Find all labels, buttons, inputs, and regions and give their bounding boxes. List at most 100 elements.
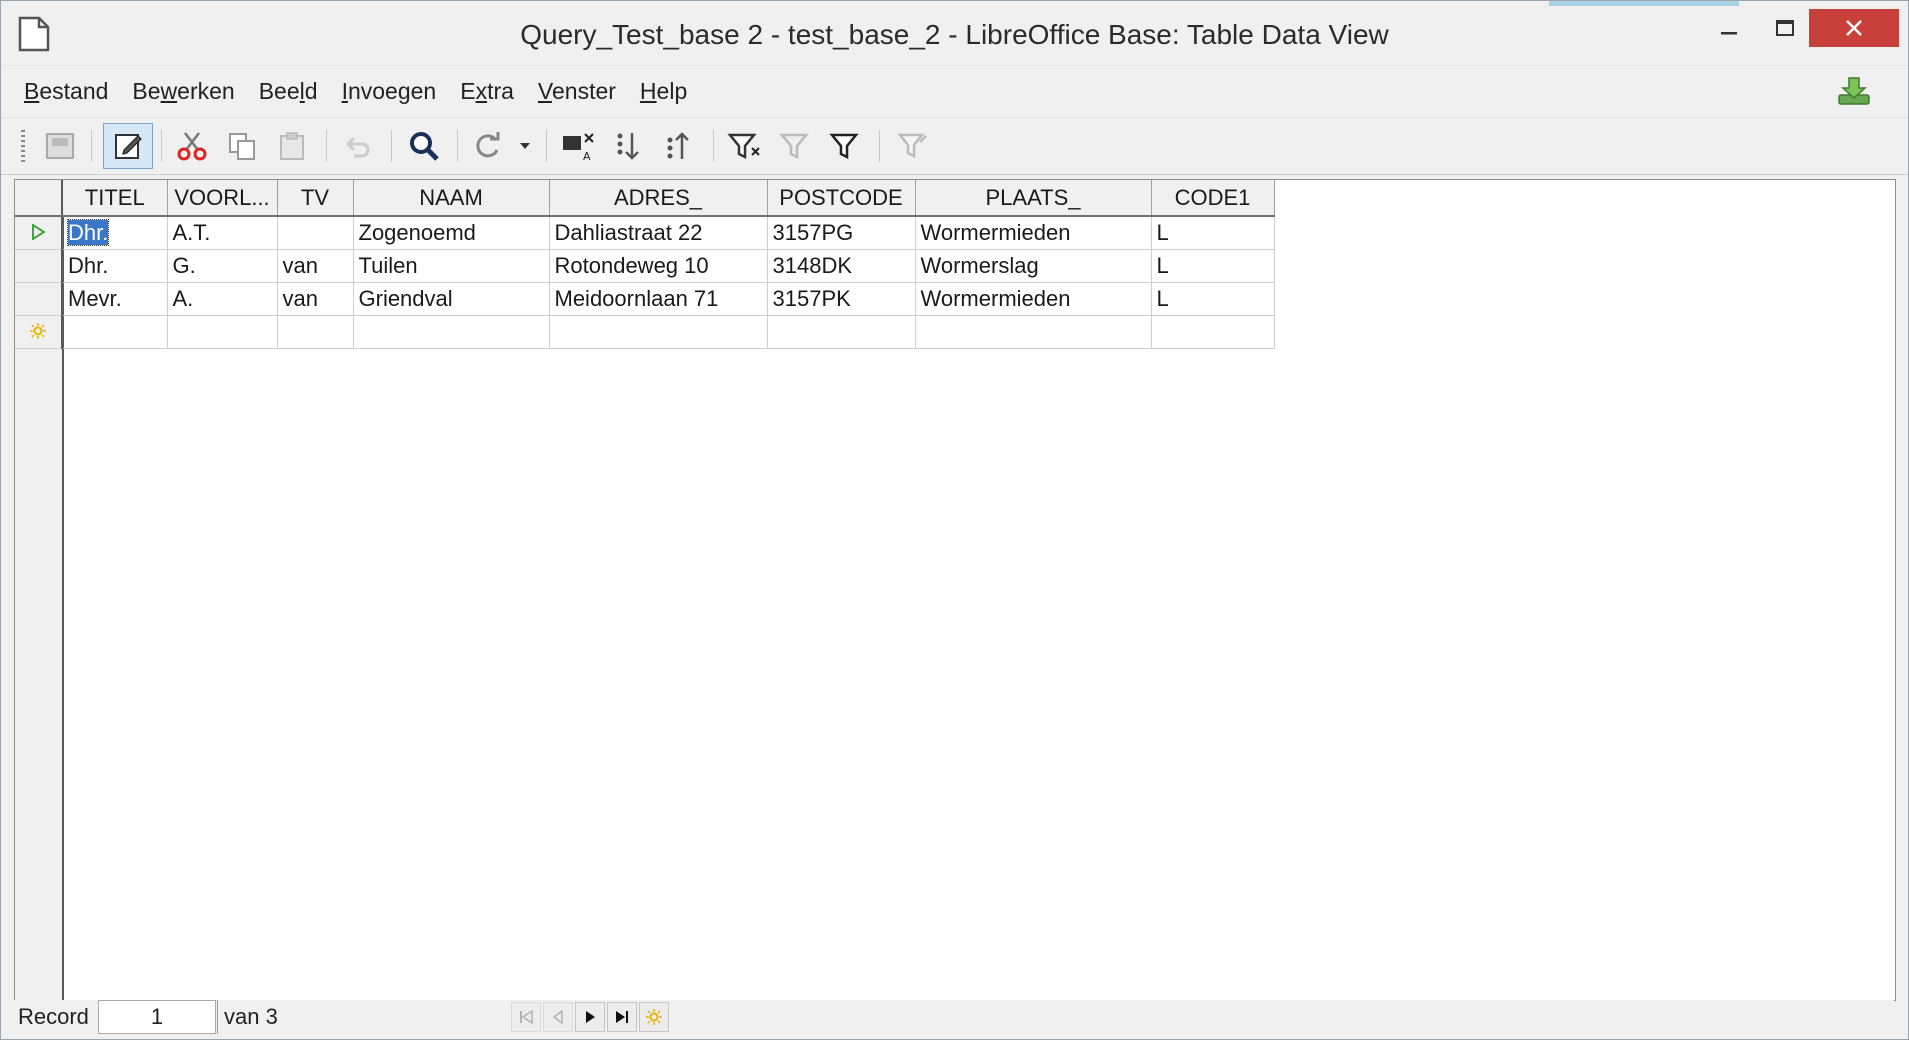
- table-cell[interactable]: Mevr.: [62, 282, 168, 316]
- column-header[interactable]: ADRES_: [549, 180, 768, 217]
- undo-button[interactable]: [337, 125, 379, 167]
- table-cell[interactable]: Griendval: [353, 282, 550, 316]
- table-cell[interactable]: [353, 315, 550, 349]
- maximize-button[interactable]: [1757, 9, 1813, 47]
- column-header[interactable]: NAAM: [353, 180, 550, 217]
- new-record-row[interactable]: [15, 315, 1275, 349]
- data-table: TITEL VOORL... TV NAAM ADRES_ POSTCODE P…: [15, 180, 1275, 349]
- table-row[interactable]: Dhr. A.T. Zogenoemd Dahliastraat 22 3157…: [15, 216, 1275, 250]
- sort-ascending-icon: [617, 133, 639, 160]
- table-cell[interactable]: [277, 216, 354, 250]
- column-header[interactable]: TV: [277, 180, 354, 217]
- table-cell[interactable]: L: [1151, 282, 1275, 316]
- refresh-icon: [476, 132, 500, 158]
- refresh-dropdown[interactable]: [511, 125, 539, 167]
- table-cell[interactable]: Dhr.: [62, 216, 168, 250]
- table-cell[interactable]: Rotondeweg 10: [549, 249, 768, 283]
- title-bar: Query_Test_base 2 - test_base_2 - LibreO…: [1, 1, 1908, 66]
- table-cell[interactable]: Wormermieden: [915, 282, 1152, 316]
- column-header[interactable]: TITEL: [62, 180, 168, 217]
- cut-button[interactable]: [171, 125, 213, 167]
- menu-venster[interactable]: Venster: [527, 78, 627, 105]
- table-cell[interactable]: van: [277, 282, 354, 316]
- table-cell[interactable]: [915, 315, 1152, 349]
- column-header-row: TITEL VOORL... TV NAAM ADRES_ POSTCODE P…: [15, 180, 1275, 217]
- table-cell[interactable]: [549, 315, 768, 349]
- table-cell[interactable]: Dhr.: [62, 249, 168, 283]
- new-record-button[interactable]: [639, 1002, 669, 1032]
- table-cell[interactable]: [1151, 315, 1275, 349]
- next-record-button[interactable]: [575, 1002, 605, 1032]
- column-header[interactable]: CODE1: [1151, 180, 1275, 217]
- close-button[interactable]: [1809, 9, 1899, 47]
- table-cell[interactable]: L: [1151, 216, 1275, 250]
- menu-invoegen[interactable]: Invoegen: [331, 78, 448, 105]
- sort-ascending-button[interactable]: [607, 125, 649, 167]
- table-cell[interactable]: A.: [167, 282, 278, 316]
- table-row[interactable]: Mevr. A. van Griendval Meidoornlaan 71 3…: [15, 282, 1275, 316]
- close-icon: [1846, 20, 1862, 36]
- new-row-marker[interactable]: [15, 315, 63, 349]
- table-row[interactable]: Dhr. G. van Tuilen Rotondeweg 10 3148DK …: [15, 249, 1275, 283]
- row-header[interactable]: [15, 282, 63, 316]
- autofilter-icon: [727, 133, 760, 160]
- new-record-star-icon: [30, 322, 46, 339]
- selected-cell-text[interactable]: Dhr.: [66, 218, 110, 246]
- window-title: Query_Test_base 2 - test_base_2 - LibreO…: [520, 19, 1389, 50]
- table-cell[interactable]: [277, 315, 354, 349]
- table-cell[interactable]: [62, 315, 168, 349]
- table-data-grid[interactable]: TITEL VOORL... TV NAAM ADRES_ POSTCODE P…: [14, 179, 1896, 1001]
- column-header[interactable]: PLAATS_: [915, 180, 1152, 217]
- minimize-button[interactable]: [1701, 9, 1757, 47]
- previous-record-button[interactable]: [543, 1002, 573, 1032]
- table-cell[interactable]: Dahliastraat 22: [549, 216, 768, 250]
- table-cell[interactable]: L: [1151, 249, 1275, 283]
- copy-button[interactable]: [221, 125, 263, 167]
- autofilter-button[interactable]: [723, 125, 765, 167]
- column-header[interactable]: VOORL...: [167, 180, 278, 217]
- table-cell[interactable]: Zogenoemd: [353, 216, 550, 250]
- paste-button[interactable]: [271, 125, 313, 167]
- table-cell[interactable]: 3157PG: [767, 216, 916, 250]
- toolbar-grip[interactable]: [21, 130, 25, 164]
- table-cell[interactable]: Wormermieden: [915, 216, 1152, 250]
- record-label: Record: [14, 1000, 102, 1034]
- copy-icon: [229, 133, 255, 160]
- menu-beeld[interactable]: Beeld: [248, 78, 329, 105]
- sort-descending-button[interactable]: [657, 125, 699, 167]
- title-accent-strip: [1549, 1, 1739, 6]
- apply-filter-button[interactable]: [773, 125, 815, 167]
- update-download-icon[interactable]: [1836, 75, 1872, 107]
- chevron-down-icon: [520, 143, 530, 149]
- save-record-button[interactable]: [39, 125, 81, 167]
- reset-filter-button[interactable]: [891, 125, 933, 167]
- refresh-button[interactable]: [466, 125, 508, 167]
- table-cell[interactable]: van: [277, 249, 354, 283]
- table-cell[interactable]: [167, 315, 278, 349]
- current-row-marker[interactable]: [15, 216, 63, 250]
- menu-bewerken[interactable]: Bewerken: [121, 78, 245, 105]
- menu-bestand[interactable]: Bestand: [13, 78, 119, 105]
- table-cell[interactable]: 3148DK: [767, 249, 916, 283]
- table-cell[interactable]: G.: [167, 249, 278, 283]
- table-cell[interactable]: 3157PK: [767, 282, 916, 316]
- minimize-icon: [1721, 32, 1737, 35]
- sort-button[interactable]: A: [557, 125, 599, 167]
- next-record-icon: [586, 1011, 595, 1023]
- table-cell[interactable]: A.T.: [167, 216, 278, 250]
- table-cell[interactable]: [767, 315, 916, 349]
- menu-help[interactable]: Help: [629, 78, 698, 105]
- column-header[interactable]: POSTCODE: [767, 180, 916, 217]
- table-cell[interactable]: Tuilen: [353, 249, 550, 283]
- corner-cell[interactable]: [15, 180, 63, 217]
- standard-filter-button[interactable]: [823, 125, 865, 167]
- find-record-button[interactable]: [403, 125, 445, 167]
- table-cell[interactable]: Meidoornlaan 71: [549, 282, 768, 316]
- first-record-button[interactable]: [511, 1002, 541, 1032]
- row-header[interactable]: [15, 249, 63, 283]
- edit-data-button[interactable]: [103, 123, 153, 169]
- last-record-button[interactable]: [607, 1002, 637, 1032]
- table-cell[interactable]: Wormerslag: [915, 249, 1152, 283]
- menu-extra[interactable]: Extra: [449, 78, 525, 105]
- record-number-field[interactable]: 1: [98, 1000, 216, 1034]
